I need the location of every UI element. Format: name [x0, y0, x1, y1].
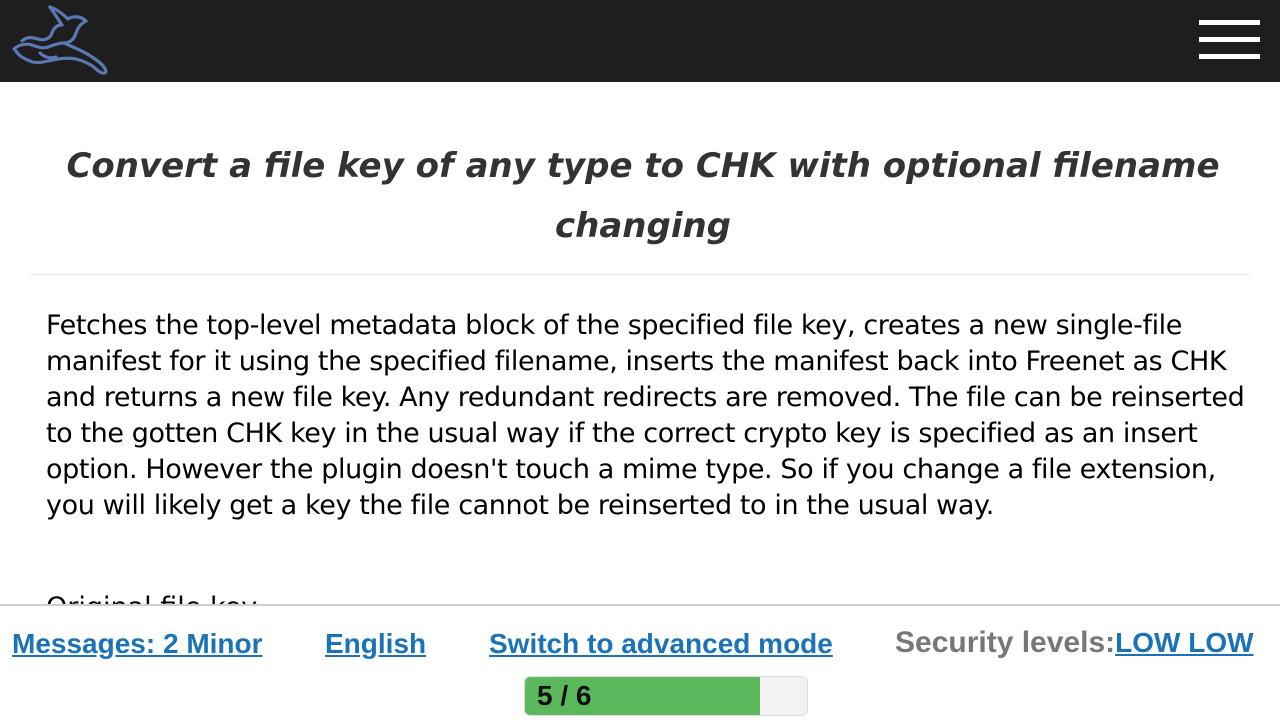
hamburger-menu-icon[interactable]: [1199, 20, 1261, 62]
freenet-rabbit-logo-icon[interactable]: [10, 3, 110, 77]
security-levels-label: Security levels:: [895, 626, 1116, 659]
main-content[interactable]: Convert a file key of any type to CHK wi…: [0, 82, 1280, 604]
messages-link[interactable]: Messages: 2 Minor: [12, 628, 263, 660]
top-navigation-bar: [0, 0, 1280, 82]
status-footer: Messages: 2 Minor English Switch to adva…: [0, 604, 1280, 720]
language-link[interactable]: English: [325, 628, 426, 660]
title-divider: [30, 274, 1250, 275]
original-file-key-label: Original file key: [46, 590, 257, 604]
menu-line: [1199, 37, 1260, 42]
menu-line: [1199, 20, 1260, 25]
plugin-description: Fetches the top-level metadata block of …: [46, 310, 1245, 521]
page-title: Convert a file key of any type to CHK wi…: [66, 146, 1220, 246]
security-levels-link[interactable]: LOW LOW: [1115, 627, 1253, 658]
progress-text: 5 / 6: [537, 680, 592, 711]
menu-line: [1199, 54, 1260, 59]
advanced-mode-link[interactable]: Switch to advanced mode: [489, 628, 833, 660]
progress-bar: 5 / 6: [524, 676, 808, 716]
security-levels: Security levels:LOW LOW: [895, 626, 1254, 660]
